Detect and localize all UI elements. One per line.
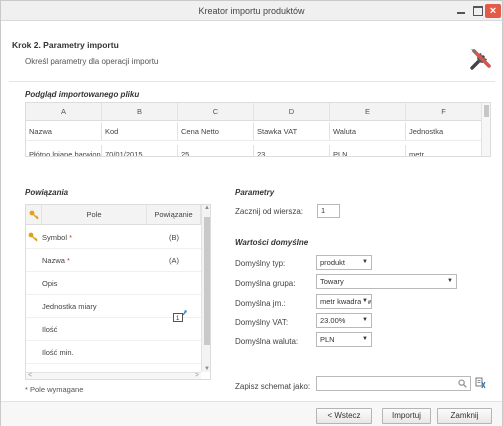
search-icon[interactable] bbox=[458, 379, 467, 388]
mapping-column-header: Pole bbox=[42, 205, 147, 225]
mapping-horizontal-scrollbar[interactable]: < > bbox=[26, 372, 201, 379]
scroll-up-icon[interactable]: ▲ bbox=[204, 205, 210, 211]
mapping-title: Powiązania bbox=[25, 188, 69, 197]
tools-icon bbox=[470, 49, 491, 70]
preview-column-header: B bbox=[102, 103, 178, 120]
window-title: Kreator importu produktów bbox=[198, 6, 305, 16]
header-divider bbox=[9, 81, 495, 82]
field-name: Jednostka miary bbox=[42, 302, 97, 311]
schema-list-icon[interactable] bbox=[475, 377, 487, 389]
field-binding[interactable] bbox=[147, 272, 201, 295]
preview-column-header: F bbox=[406, 103, 482, 120]
back-button[interactable]: < Wstecz bbox=[316, 408, 372, 424]
preview-cell: Stawka VAT bbox=[254, 122, 330, 140]
import-button[interactable]: Importuj bbox=[382, 408, 431, 424]
title-bar: Kreator importu produktów × bbox=[1, 1, 502, 21]
mapping-column-header: Powiązanie bbox=[147, 205, 201, 225]
mapping-key-column bbox=[26, 205, 42, 225]
preview-cell: Kod bbox=[102, 122, 178, 140]
scrollbar-thumb[interactable] bbox=[204, 217, 210, 345]
field-name: Symbol * bbox=[42, 233, 73, 242]
preview-cell: 23 bbox=[254, 145, 330, 156]
field-name: Nazwa * bbox=[42, 256, 70, 265]
field-binding[interactable]: (A) bbox=[147, 249, 201, 272]
preview-table[interactable]: A B C D E F Nazwa Kod Cena Netto Stawka … bbox=[25, 102, 491, 157]
step-title: Krok 2. Parametry importu bbox=[12, 40, 119, 50]
mapping-vertical-scrollbar[interactable]: ▲ ▼ bbox=[201, 205, 210, 372]
mapping-header-row: Pole Powiązanie bbox=[26, 205, 201, 225]
start-row-input[interactable]: 1 bbox=[317, 204, 340, 218]
drag-column-icon[interactable]: 1 bbox=[172, 309, 188, 323]
chevron-down-icon: ▼ bbox=[362, 259, 368, 265]
preview-cell: 25 bbox=[178, 145, 254, 156]
preview-column-header: A bbox=[26, 103, 102, 120]
save-schema-label: Zapisz schemat jako: bbox=[235, 382, 311, 391]
preview-column-header: C bbox=[178, 103, 254, 120]
step-description: Określ parametry dla operacji importu bbox=[25, 57, 159, 66]
preview-cell: Jednostka bbox=[406, 122, 482, 140]
close-button[interactable]: Zamknij bbox=[437, 408, 492, 424]
start-row-label: Zacznij od wiersza: bbox=[235, 207, 304, 216]
table-row: Płótno lniane barwione 70/01/2015 25 23 … bbox=[26, 145, 482, 156]
mapping-table[interactable]: Pole Powiązanie Symbol * (B) Nazwa * (A)… bbox=[25, 204, 211, 380]
field-binding[interactable]: (B) bbox=[147, 226, 201, 249]
table-row[interactable]: Nazwa * (A) bbox=[26, 249, 201, 272]
preview-cell: Waluta bbox=[330, 122, 406, 140]
default-group-select[interactable]: Towary ▼ bbox=[316, 274, 457, 289]
default-type-select[interactable]: produkt ▼ bbox=[316, 255, 372, 270]
preview-scrollbar[interactable] bbox=[481, 103, 490, 156]
key-icon bbox=[28, 232, 38, 242]
defaults-title: Wartości domyślne bbox=[235, 238, 309, 247]
chevron-down-icon: ▼ bbox=[361, 295, 368, 308]
preview-cell: Cena Netto bbox=[178, 122, 254, 140]
parameters-title: Parametry bbox=[235, 188, 275, 197]
key-icon bbox=[29, 210, 38, 220]
table-row[interactable]: Symbol * (B) bbox=[26, 226, 201, 249]
preview-cell: PLN bbox=[330, 145, 406, 156]
save-schema-input[interactable] bbox=[316, 376, 471, 391]
default-currency-select[interactable]: PLN ▼ bbox=[316, 332, 372, 347]
preview-column-header: D bbox=[254, 103, 330, 120]
preview-header-row: A B C D E F bbox=[26, 103, 482, 121]
row-key-cell bbox=[26, 226, 38, 249]
scrollbar-thumb[interactable] bbox=[484, 105, 489, 117]
close-icon[interactable]: × bbox=[485, 4, 501, 18]
table-row[interactable]: Opis bbox=[26, 272, 201, 295]
required-note: * Pole wymagane bbox=[25, 385, 84, 394]
chevron-down-icon: ▼ bbox=[362, 336, 368, 342]
preview-column-header: E bbox=[330, 103, 406, 120]
default-vat-select[interactable]: 23.00% ▼ bbox=[316, 313, 372, 328]
table-row: Nazwa Kod Cena Netto Stawka VAT Waluta J… bbox=[26, 122, 482, 141]
scroll-down-icon[interactable]: ▼ bbox=[204, 366, 210, 372]
import-wizard-window: Kreator importu produktów × Krok 2. Para… bbox=[0, 0, 503, 426]
default-type-label: Domyślny typ: bbox=[235, 259, 286, 268]
field-name: Ilość min. bbox=[42, 348, 74, 357]
default-unit-select[interactable]: metr kwadratowy ▼ bbox=[316, 294, 372, 309]
chevron-down-icon: ▼ bbox=[362, 317, 368, 323]
default-vat-label: Domyślny VAT: bbox=[235, 318, 289, 327]
chevron-down-icon: ▼ bbox=[447, 278, 453, 284]
default-unit-label: Domyślna jm.: bbox=[235, 299, 286, 308]
preview-cell: Nazwa bbox=[26, 122, 102, 140]
field-name: Opis bbox=[42, 279, 58, 288]
default-currency-label: Domyślna waluta: bbox=[235, 337, 299, 346]
maximize-icon[interactable] bbox=[470, 4, 484, 17]
default-group-label: Domyślna grupa: bbox=[235, 279, 296, 288]
minimize-icon[interactable] bbox=[454, 4, 468, 17]
scroll-left-icon[interactable]: < bbox=[28, 372, 32, 379]
preview-title: Podgląd importowanego pliku bbox=[25, 90, 140, 99]
table-row[interactable]: Ilość min. bbox=[26, 341, 201, 364]
field-binding[interactable] bbox=[147, 341, 201, 364]
field-name: Ilość bbox=[42, 325, 58, 334]
preview-cell: 70/01/2015 bbox=[102, 145, 178, 156]
preview-cell: metr bbox=[406, 145, 482, 156]
preview-cell: Płótno lniane barwione bbox=[26, 145, 102, 156]
scroll-right-icon[interactable]: > bbox=[195, 372, 199, 379]
